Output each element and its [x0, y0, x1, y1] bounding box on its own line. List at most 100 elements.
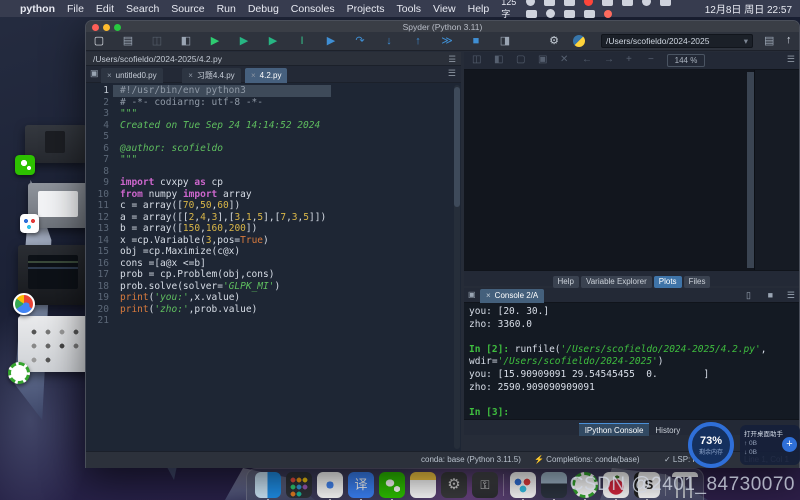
dock-item-keychain[interactable]: ⚿: [472, 472, 498, 498]
menu-item-file[interactable]: File: [67, 3, 84, 15]
dock-item-settings[interactable]: ⚙: [441, 472, 467, 498]
python-env-icon[interactable]: [573, 35, 585, 47]
active-app-name[interactable]: python: [20, 3, 55, 15]
new-file-icon[interactable]: ▢: [91, 33, 107, 49]
editor-options-icon[interactable]: ☰: [448, 52, 456, 66]
wechat-app-badge-icon[interactable]: [15, 155, 35, 175]
menu-item-tools[interactable]: Tools: [397, 3, 422, 15]
console-bottom-tab-ipython-console[interactable]: IPython Console: [579, 423, 650, 436]
menu-item-edit[interactable]: Edit: [96, 3, 114, 15]
step-into-icon[interactable]: ↓: [381, 33, 397, 49]
stop-icon[interactable]: ■: [468, 33, 484, 49]
bluetooth-icon[interactable]: [660, 0, 671, 6]
dock-item-wechat[interactable]: [379, 472, 405, 498]
save-icon[interactable]: ◫: [149, 33, 165, 49]
menu-bar-clock[interactable]: 12月8日 周日 22:57: [705, 1, 792, 16]
assistant-panel[interactable]: 打开桌面助手 ↑ 0B ↓ 0B +: [740, 425, 800, 465]
preferences-wrench-icon[interactable]: ⚙: [546, 33, 562, 49]
save-all-icon[interactable]: ◧: [178, 33, 194, 49]
screen-dot-icon[interactable]: [604, 10, 612, 18]
dock-item-winpreview[interactable]: [541, 472, 567, 498]
plots-options-icon[interactable]: ☰: [787, 54, 795, 65]
stage-manager-icon[interactable]: [642, 0, 651, 6]
battery-icon[interactable]: [526, 10, 537, 18]
remove-plot-icon[interactable]: ▣: [538, 54, 547, 65]
run-cell-icon[interactable]: ▶: [236, 33, 252, 49]
pane-tab-variable-explorer[interactable]: Variable Explorer: [581, 276, 652, 288]
zoom-in-icon[interactable]: +: [626, 54, 632, 65]
interrupt-icon[interactable]: ■: [768, 290, 773, 300]
window-title-bar[interactable]: Spyder (Python 3.11): [86, 21, 799, 32]
open-file-icon[interactable]: ▤: [120, 33, 136, 49]
dock-item-finder[interactable]: [255, 472, 281, 498]
menu-item-search[interactable]: Search: [126, 3, 159, 15]
run-selection-icon[interactable]: I: [294, 33, 310, 49]
parent-directory-icon[interactable]: ↑: [786, 34, 792, 46]
copy-plot-icon[interactable]: ▢: [516, 54, 525, 65]
mic-icon[interactable]: [544, 0, 555, 6]
close-tab-icon[interactable]: ×: [188, 71, 193, 80]
continue-icon[interactable]: ≫: [439, 33, 455, 49]
maximize-pane-icon[interactable]: ◨: [497, 33, 513, 49]
browse-directory-icon[interactable]: ▤: [764, 34, 774, 47]
emoji-icon[interactable]: [526, 0, 535, 6]
search-icon[interactable]: [564, 10, 575, 18]
dock-item-translate[interactable]: 译: [348, 472, 374, 498]
run-cell-advance-icon[interactable]: ▶: [265, 33, 281, 49]
close-icon[interactable]: ×: [486, 291, 491, 300]
run-file-icon[interactable]: ▶: [207, 33, 223, 49]
dock-item-chrome[interactable]: [317, 472, 343, 498]
display-icon[interactable]: [584, 10, 595, 18]
working-directory-selector[interactable]: /Users/scofieldo/2024-2025▾: [601, 34, 753, 48]
cloud-icon[interactable]: [622, 0, 633, 6]
plots-scrollbar[interactable]: [747, 72, 754, 268]
editor-tab-untitled0.py[interactable]: ×untitled0.py: [101, 68, 163, 83]
options-icon[interactable]: ☰: [787, 290, 795, 301]
pane-tab-help[interactable]: Help: [553, 276, 579, 288]
record-icon[interactable]: [584, 0, 593, 6]
editor-scrollbar-thumb[interactable]: [454, 87, 460, 207]
editor-tab--4.4.py[interactable]: ×习题4.4.py: [182, 68, 240, 83]
close-tab-icon[interactable]: ×: [251, 71, 256, 80]
remove-all-plots-icon[interactable]: ✕: [560, 54, 568, 65]
dock-item-launchpad[interactable]: [286, 472, 312, 498]
menu-item-run[interactable]: Run: [217, 3, 236, 15]
green-app-badge-icon[interactable]: [8, 362, 30, 384]
browse-tabs-icon[interactable]: ▣: [90, 68, 99, 79]
menu-item-projects[interactable]: Projects: [347, 3, 385, 15]
wifi-icon[interactable]: [546, 9, 555, 18]
plot-zoom-level[interactable]: 144 %: [667, 54, 705, 67]
zoom-out-icon[interactable]: −: [648, 54, 654, 65]
console-bottom-tab-history[interactable]: History: [649, 424, 686, 437]
step-out-icon[interactable]: ↑: [410, 33, 426, 49]
tabbar-options-icon[interactable]: ☰: [448, 68, 456, 79]
save-all-plots-icon[interactable]: ◧: [494, 54, 503, 65]
shapes-icon[interactable]: [602, 0, 613, 6]
console-output[interactable]: you: [20. 30.]zho: 3360.0 In [2]: runfil…: [469, 306, 794, 418]
step-over-icon[interactable]: ↷: [352, 33, 368, 49]
browse-tabs-icon[interactable]: ▣: [468, 290, 476, 299]
input-source-icon[interactable]: [564, 0, 575, 6]
minimized-launchpad-window[interactable]: [18, 316, 92, 372]
dock-item-voov[interactable]: [510, 472, 536, 498]
editor-tab-4.2.py[interactable]: ×4.2.py: [245, 68, 287, 83]
pane-tab-plots[interactable]: Plots: [654, 276, 682, 288]
save-plot-icon[interactable]: ◫: [472, 54, 481, 65]
menu-item-help[interactable]: Help: [468, 3, 490, 15]
close-tab-icon[interactable]: ×: [107, 71, 112, 80]
previous-plot-icon[interactable]: ←: [582, 54, 592, 65]
inspect-icon[interactable]: ▯: [746, 290, 751, 301]
chrome-app-badge-icon[interactable]: [13, 293, 35, 315]
memory-gauge[interactable]: 73% 剩余内存: [688, 422, 734, 468]
debug-file-icon[interactable]: ▶: [323, 33, 339, 49]
menu-item-consoles[interactable]: Consoles: [291, 3, 335, 15]
menu-item-view[interactable]: View: [433, 3, 456, 15]
menu-item-debug[interactable]: Debug: [248, 3, 279, 15]
console-tab[interactable]: ×Console 2/A: [480, 289, 544, 303]
pane-tab-files[interactable]: Files: [684, 276, 711, 288]
assistant-expand-button[interactable]: +: [782, 437, 797, 452]
code-editor[interactable]: 1#!/usr/bin/env python32# -*- codiarng: …: [86, 83, 461, 451]
menu-item-source[interactable]: Source: [171, 3, 204, 15]
meeting-app-badge-icon[interactable]: [20, 214, 39, 233]
dock-item-notes[interactable]: [410, 472, 436, 498]
